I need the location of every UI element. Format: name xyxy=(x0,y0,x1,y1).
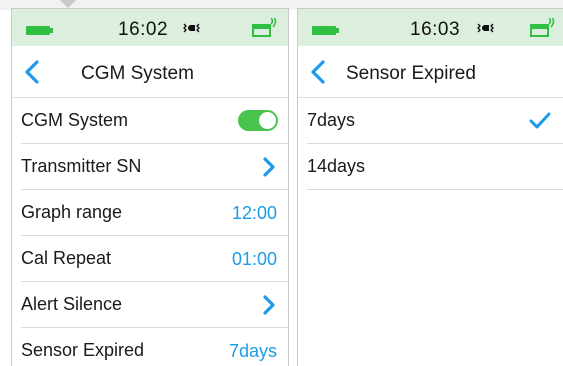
status-bar: 16:03 xyxy=(298,9,563,46)
transmitter-sn-row[interactable]: Transmitter SN xyxy=(21,144,288,190)
transmitter-signal-icon xyxy=(530,18,555,37)
back-arrow-icon[interactable] xyxy=(307,59,329,85)
cal-repeat-value: 01:00 xyxy=(231,249,277,269)
status-bar: 16:02 xyxy=(12,9,288,46)
vibrate-icon xyxy=(476,22,498,37)
battery-full-icon xyxy=(26,26,53,35)
option-7days[interactable]: 7days xyxy=(307,98,563,144)
option-label: 14days xyxy=(307,156,366,176)
cal-repeat-row[interactable]: Cal Repeat 01:00 xyxy=(21,236,288,282)
status-time: 16:02 xyxy=(118,19,169,40)
page-title: Sensor Expired xyxy=(346,63,476,84)
pointer-notch xyxy=(60,0,76,8)
chevron-right-icon xyxy=(263,157,275,177)
nav-bar: Sensor Expired xyxy=(298,46,563,98)
row-label: Graph range xyxy=(21,202,123,222)
sensor-expired-screen: 16:03 Sensor Expired 7days 14days xyxy=(297,8,563,366)
battery-full-icon xyxy=(312,26,339,35)
nav-bar: CGM System xyxy=(12,46,288,98)
row-label: CGM System xyxy=(21,110,129,130)
chevron-right-icon xyxy=(263,295,275,315)
back-arrow-icon[interactable] xyxy=(21,59,43,85)
row-label: Alert Silence xyxy=(21,294,123,314)
option-14days[interactable]: 14days xyxy=(307,144,563,190)
row-label: Cal Repeat xyxy=(21,248,112,268)
graph-range-value: 12:00 xyxy=(231,203,277,223)
cgm-system-row[interactable]: CGM System xyxy=(21,98,288,144)
toggle-knob xyxy=(259,112,276,129)
cgm-system-toggle[interactable] xyxy=(238,110,278,131)
page-title: CGM System xyxy=(81,63,194,84)
alert-silence-row[interactable]: Alert Silence xyxy=(21,282,288,328)
vibrate-icon xyxy=(182,22,204,37)
cgm-system-screen: 16:02 CGM System CGM System Transmitter … xyxy=(11,8,289,366)
transmitter-signal-icon xyxy=(252,18,277,37)
row-label: Sensor Expired xyxy=(21,340,145,360)
option-label: 7days xyxy=(307,110,356,130)
sensor-expired-value: 7days xyxy=(228,341,277,361)
row-label: Transmitter SN xyxy=(21,156,142,176)
checkmark-icon xyxy=(529,112,551,129)
sensor-expired-row[interactable]: Sensor Expired 7days xyxy=(21,328,288,366)
graph-range-row[interactable]: Graph range 12:00 xyxy=(21,190,288,236)
status-time: 16:03 xyxy=(410,19,461,40)
